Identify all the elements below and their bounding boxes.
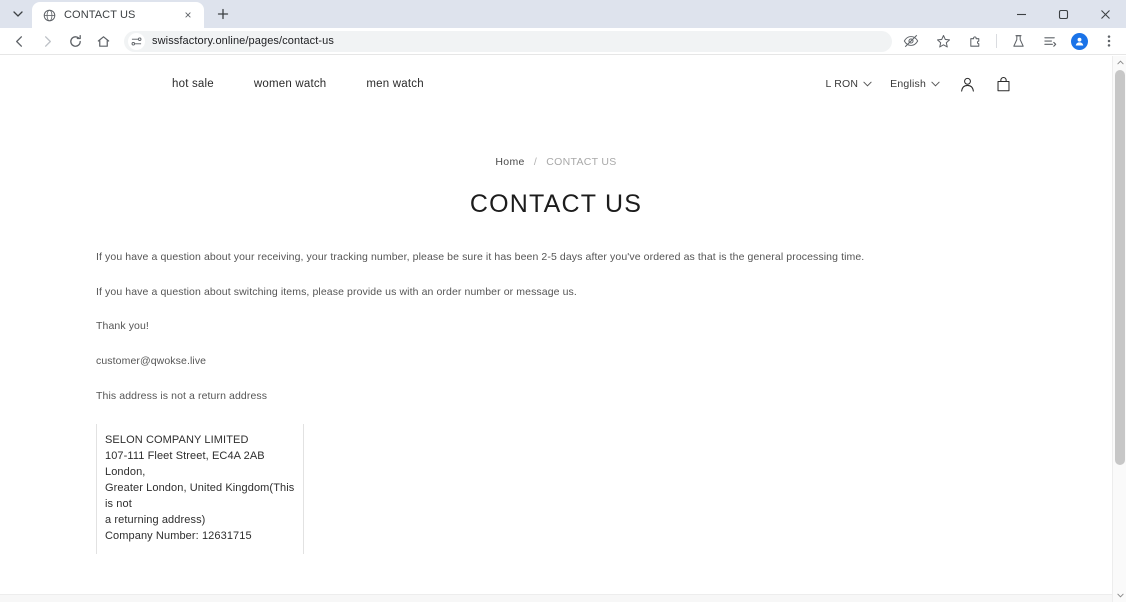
currency-value: L RON: [825, 78, 858, 90]
menu-kebab-icon[interactable]: [1098, 30, 1120, 52]
web-page: hot sale women watch men watch L RON Eng…: [0, 56, 1112, 602]
currency-selector[interactable]: L RON: [825, 78, 872, 90]
company-address-block: SELON COMPANY LIMITED 107-111 Fleet Stre…: [96, 424, 304, 554]
page-scrollbar[interactable]: [1112, 56, 1126, 602]
tune-icon[interactable]: [128, 33, 145, 50]
url-text: swissfactory.online/pages/contact-us: [152, 35, 334, 47]
browser-window: CONTACT US ×: [0, 0, 1126, 602]
forward-icon[interactable]: [34, 28, 60, 54]
address-line-region: Greater London, United Kingdom(This is n…: [105, 481, 297, 513]
profile-avatar-icon[interactable]: [1071, 33, 1088, 50]
paragraph-return-notice: This address is not a return address: [96, 390, 736, 404]
reload-icon[interactable]: [62, 28, 88, 54]
page-title: CONTACT US: [0, 190, 1112, 219]
chevron-down-icon: [931, 80, 940, 89]
language-value: English: [890, 78, 926, 90]
scroll-up-arrow-icon[interactable]: [1113, 56, 1126, 69]
paragraph-switching-items: If you have a question about switching i…: [96, 286, 736, 300]
language-selector[interactable]: English: [890, 78, 940, 90]
labs-flask-icon[interactable]: [1007, 30, 1029, 52]
chevron-down-icon: [863, 80, 872, 89]
browser-toolbar: swissfactory.online/pages/contact-us: [0, 28, 1126, 55]
header-actions: L RON English: [825, 75, 1012, 93]
breadcrumb: Home / CONTACT US: [0, 156, 1112, 168]
home-icon[interactable]: [90, 28, 116, 54]
reading-list-icon[interactable]: [1039, 30, 1061, 52]
nav-link-hot-sale[interactable]: hot sale: [172, 78, 214, 90]
paragraph-thank-you: Thank you!: [96, 320, 736, 334]
user-account-icon[interactable]: [958, 75, 976, 93]
scrollbar-thumb[interactable]: [1115, 70, 1125, 465]
extensions-puzzle-icon[interactable]: [964, 30, 986, 52]
new-tab-button[interactable]: [210, 1, 236, 27]
breadcrumb-separator: /: [534, 156, 537, 168]
bookmark-star-icon[interactable]: [932, 30, 954, 52]
tab-strip: CONTACT US ×: [0, 0, 1126, 28]
address-bar[interactable]: swissfactory.online/pages/contact-us: [124, 31, 892, 52]
paragraph-email: customer@qwokse.live: [96, 355, 736, 369]
tab-search-chevron-icon[interactable]: [4, 0, 32, 28]
toolbar-actions: [900, 30, 1120, 52]
page-content: If you have a question about your receiv…: [96, 251, 736, 554]
browser-tab[interactable]: CONTACT US ×: [32, 2, 204, 28]
close-window-button[interactable]: [1084, 0, 1126, 28]
address-line-company-number: Company Number: 12631715: [105, 529, 297, 545]
main-navigation: hot sale women watch men watch: [172, 78, 424, 90]
back-icon[interactable]: [6, 28, 32, 54]
breadcrumb-current: CONTACT US: [546, 156, 616, 168]
scroll-down-arrow-icon[interactable]: [1113, 589, 1126, 602]
tab-title: CONTACT US: [64, 9, 172, 21]
nav-link-women-watch[interactable]: women watch: [254, 78, 327, 90]
address-line-street: 107-111 Fleet Street, EC4A 2AB London,: [105, 449, 297, 481]
shopping-bag-icon[interactable]: [994, 75, 1012, 93]
address-line-note: a returning address): [105, 513, 297, 529]
maximize-button[interactable]: [1042, 0, 1084, 28]
paragraph-receiving-info: If you have a question about your receiv…: [96, 251, 736, 265]
close-icon[interactable]: ×: [180, 7, 196, 23]
breadcrumb-home-link[interactable]: Home: [495, 156, 524, 168]
site-footer: Menu title ABOUT US CONTACT US COMMON PR…: [0, 594, 1112, 602]
page-viewport: hot sale women watch men watch L RON Eng…: [0, 56, 1126, 602]
incognito-eye-icon[interactable]: [900, 30, 922, 52]
address-line-company: SELON COMPANY LIMITED: [105, 433, 297, 449]
toolbar-divider: [996, 34, 997, 48]
minimize-button[interactable]: [1000, 0, 1042, 28]
globe-icon: [42, 8, 56, 22]
site-header: hot sale women watch men watch L RON Eng…: [0, 56, 1112, 112]
window-controls: [1000, 0, 1126, 28]
nav-link-men-watch[interactable]: men watch: [366, 78, 423, 90]
